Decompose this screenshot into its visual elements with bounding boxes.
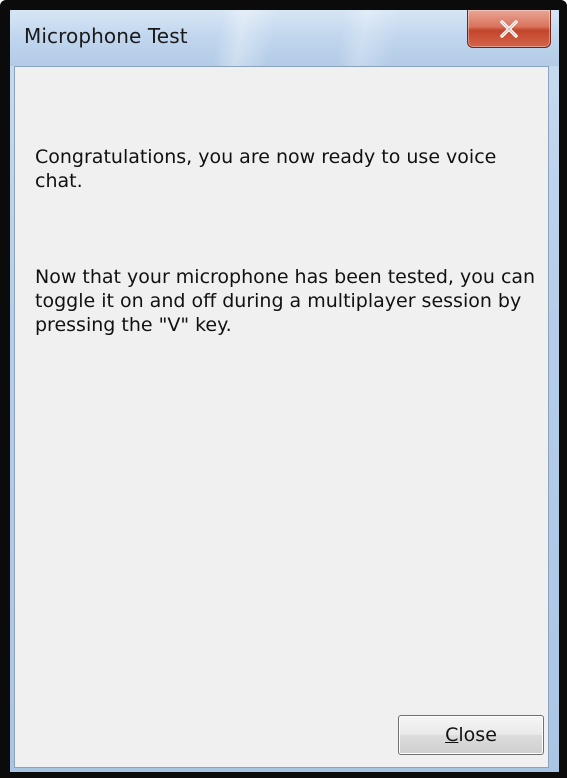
message-paragraph-congratulations: Congratulations, you are now ready to us… [35,146,503,192]
message-text: Congratulations, you are now ready to us… [35,97,540,409]
close-x-icon [500,19,518,38]
window-title: Microphone Test [24,24,188,48]
message-paragraph-instructions: Now that your microphone has been tested… [35,266,542,336]
dialog-content: Congratulations, you are now ready to us… [14,66,549,768]
window-close-button[interactable] [467,10,551,48]
close-button[interactable]: Close [398,715,544,755]
title-bar[interactable]: Microphone Test [10,10,559,66]
close-button-label: lose [458,724,497,746]
dialog-window: Microphone Test Congratulations, you are… [0,0,567,778]
close-button-mnemonic: C [445,724,459,746]
